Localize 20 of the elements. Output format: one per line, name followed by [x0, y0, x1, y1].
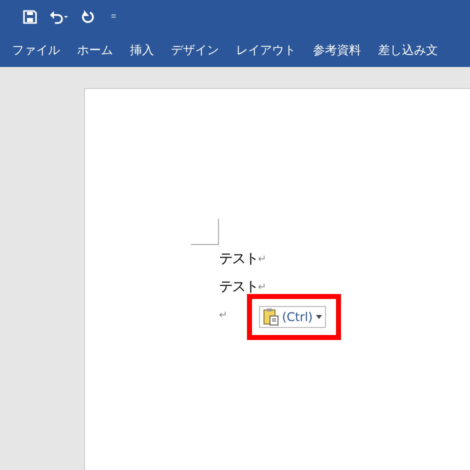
ribbon-tab[interactable]: ホーム [69, 42, 122, 58]
redo-icon[interactable] [81, 10, 95, 24]
ribbon-tab[interactable]: 挿入 [122, 42, 163, 58]
paragraph-mark: ↵ [258, 254, 266, 264]
customize-button[interactable]: = [107, 12, 116, 21]
ribbon-tab[interactable]: デザイン [163, 42, 228, 58]
margin-corner-mark [191, 219, 219, 245]
ribbon-tab[interactable]: 参考資料 [305, 42, 370, 58]
save-icon[interactable] [23, 10, 37, 24]
undo-icon[interactable] [49, 10, 69, 24]
paragraph-text: テスト [219, 278, 258, 296]
clipboard-icon [263, 308, 279, 326]
paragraph-text: テスト [219, 250, 258, 268]
paragraph-mark: ↵ [258, 282, 266, 292]
caret-icon [316, 315, 322, 319]
ribbon-tab[interactable]: 差し込み文 [370, 42, 447, 58]
paragraph-mark: ↵ [219, 310, 228, 320]
ribbon-tab[interactable]: レイアウト [228, 42, 305, 58]
paste-options-button[interactable]: (Ctrl) [259, 306, 326, 328]
ribbon-tab[interactable]: ファイル [4, 42, 69, 58]
